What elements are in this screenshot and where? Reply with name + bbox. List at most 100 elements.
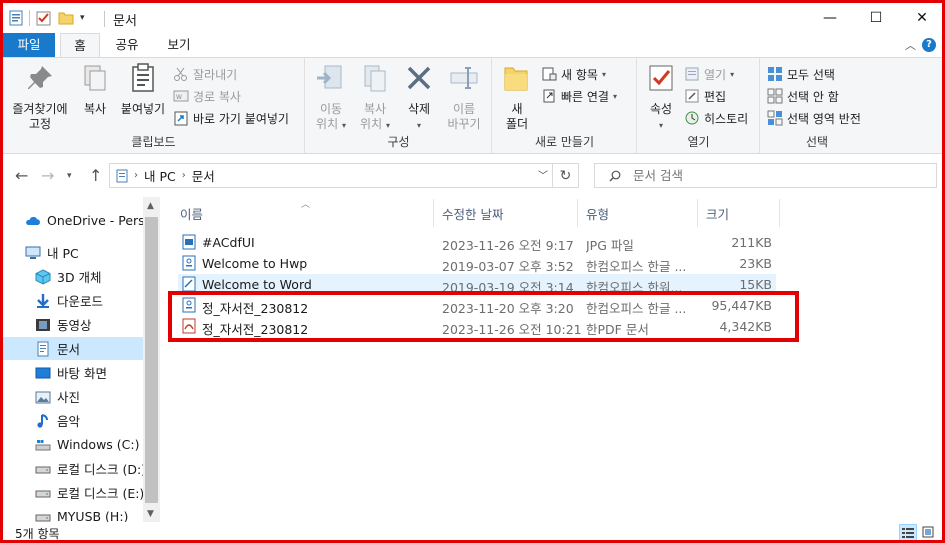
nav-item-pictures[interactable]: 사진 — [3, 385, 143, 408]
nav-item-desktop[interactable]: 바탕 화면 — [3, 361, 143, 384]
video-icon — [36, 318, 50, 331]
nav-item-drive-c[interactable]: Windows (C:) — [3, 433, 143, 456]
scroll-up-arrow-icon[interactable]: ▲ — [147, 201, 154, 211]
rename-icon — [450, 67, 478, 89]
tab-home[interactable]: 홈 — [60, 33, 100, 58]
group-organize: 이동 위치 ▾ 복사 위치 ▾ 삭제 ▾ 이름 바꾸기 구성 — [306, 58, 492, 154]
invert-selection-button[interactable]: 선택 영역 반전 — [767, 108, 861, 128]
scissors-icon — [174, 67, 187, 81]
download-icon — [37, 293, 49, 308]
file-type: 한컴오피스 한글 ... — [586, 259, 687, 274]
properties-icon[interactable] — [9, 10, 23, 26]
file-size: 23KB — [739, 256, 772, 271]
group-open: 속성 ▾ 열기 ▾ 편집 히스토리 열기 — [638, 58, 760, 154]
nav-item-usb-h[interactable]: MYUSB (H:) — [3, 505, 143, 522]
copy-button[interactable]: 복사 — [75, 62, 115, 117]
close-button[interactable]: ✕ — [899, 3, 942, 33]
nav-item-drive-e[interactable]: 로컬 디스크 (E:) — [3, 481, 143, 504]
breadcrumb-separator-icon[interactable]: › — [182, 170, 186, 181]
select-all-button[interactable]: 모두 선택 — [767, 64, 835, 84]
properties-check-icon — [649, 65, 673, 91]
documents-icon — [37, 341, 49, 356]
scroll-down-arrow-icon[interactable]: ▼ — [147, 509, 154, 519]
rename-button[interactable]: 이름 바꾸기 — [440, 62, 488, 132]
new-folder-icon[interactable] — [58, 10, 74, 26]
nav-pane-scroll-thumb[interactable] — [145, 217, 158, 503]
new-folder-button[interactable]: 새 폴더 — [497, 62, 537, 132]
column-header-name[interactable]: 이름 — [172, 199, 434, 227]
pin-quick-access-button[interactable]: 즐겨찾기에 고정 — [7, 62, 73, 132]
file-name: #ACdfUI — [202, 235, 255, 250]
open-button[interactable]: 열기 ▾ — [684, 64, 734, 84]
help-icon[interactable]: ? — [922, 38, 936, 52]
drive-icon — [35, 466, 51, 473]
paste-shortcut-icon — [174, 111, 188, 126]
ribbon-collapse-icon[interactable]: ︿ — [905, 37, 916, 53]
select-none-button[interactable]: 선택 안 함 — [767, 86, 839, 106]
easy-access-icon — [543, 89, 555, 103]
file-row[interactable]: #ACdfUI 2023-11-26 오전 9:17 JPG 파일 211KB — [178, 232, 776, 253]
history-button[interactable]: 히스토리 — [684, 108, 748, 128]
copy-to-icon — [364, 65, 386, 92]
easy-access-button[interactable]: 빠른 연결 ▾ — [541, 86, 617, 106]
address-bar[interactable]: › 내 PC › 문서 ﹀ ↻ — [109, 163, 579, 188]
delete-button[interactable]: 삭제 ▾ — [400, 62, 438, 133]
nav-item-3d-objects[interactable]: 3D 개체 — [3, 265, 143, 288]
move-to-button[interactable]: 이동 위치 ▾ — [310, 62, 352, 133]
nav-item-drive-d[interactable]: 로컬 디스크 (D:) — [3, 457, 143, 480]
recent-locations-icon[interactable]: ▾ — [67, 171, 72, 181]
nav-item-onedrive[interactable]: OneDrive - Person — [3, 209, 143, 232]
copy-path-icon: W — [173, 90, 189, 102]
nav-item-videos[interactable]: 동영상 — [3, 313, 143, 336]
details-view-button[interactable] — [899, 524, 917, 540]
minimize-button[interactable]: — — [807, 3, 853, 33]
edit-button[interactable]: 편집 — [684, 86, 726, 106]
nav-item-documents[interactable]: 문서 — [3, 337, 143, 360]
nav-item-downloads[interactable]: 다운로드 — [3, 289, 143, 312]
search-input[interactable] — [633, 168, 913, 183]
image-file-icon — [182, 234, 196, 250]
delete-x-icon — [407, 66, 431, 90]
select-all-icon — [768, 67, 782, 81]
nav-pane-scrollbar[interactable]: ▲ ▼ — [143, 197, 160, 522]
column-header-date[interactable]: 수정한 날짜 — [434, 199, 578, 227]
paste-button[interactable]: 붙여넣기 — [117, 62, 169, 117]
tab-file[interactable]: 파일 — [3, 33, 55, 58]
copy-to-button[interactable]: 복사 위치 ▾ — [354, 62, 396, 133]
file-row[interactable]: Welcome to Hwp 2019-03-07 오후 3:52 한컴오피스 … — [178, 253, 776, 274]
breadcrumb-separator-icon[interactable]: › — [134, 170, 138, 181]
refresh-icon[interactable]: ↻ — [552, 164, 578, 187]
file-date: 2019-03-07 오후 3:52 — [442, 259, 574, 274]
qat-customize-icon[interactable]: ▾ — [80, 13, 85, 23]
details-view-icon — [902, 528, 914, 538]
folder-icon — [504, 67, 528, 91]
column-header-size[interactable]: 크기 — [698, 199, 780, 227]
tab-view[interactable]: 보기 — [158, 33, 200, 58]
search-box[interactable] — [594, 163, 937, 188]
maximize-button[interactable]: ☐ — [853, 3, 899, 33]
cube-icon — [35, 268, 51, 285]
forward-arrow-icon[interactable]: → — [41, 166, 54, 185]
nav-item-music[interactable]: 음악 — [3, 409, 143, 432]
breadcrumb-documents[interactable]: 문서 — [192, 166, 215, 185]
checklist-icon[interactable] — [36, 10, 52, 26]
breadcrumb-this-pc[interactable]: 내 PC — [144, 166, 176, 185]
properties-button[interactable]: 속성 ▾ — [642, 62, 680, 133]
window-title: 문서 — [113, 14, 137, 29]
paste-shortcut-button[interactable]: 바로 가기 붙여넣기 — [173, 108, 289, 128]
group-clipboard: 즐겨찾기에 고정 복사 붙여넣기 잘라내기 W 경로 복사 바로 가기 붙여넣기… — [3, 58, 305, 154]
new-item-button[interactable]: 새 항목 ▾ — [541, 64, 606, 84]
back-arrow-icon[interactable]: ← — [15, 166, 28, 185]
ribbon-tabs: 파일 홈 공유 보기 ︿ ? — [3, 33, 942, 58]
column-header-type[interactable]: 유형 — [578, 199, 698, 227]
tab-share[interactable]: 공유 — [109, 33, 145, 58]
large-icons-view-button[interactable] — [919, 524, 937, 540]
navigation-bar: ← → ▾ ↑ › 내 PC › 문서 ﹀ ↻ — [3, 154, 942, 197]
copy-path-button[interactable]: W 경로 복사 — [173, 86, 241, 106]
up-arrow-icon[interactable]: ↑ — [89, 166, 102, 185]
nav-item-this-pc[interactable]: 내 PC — [3, 241, 143, 264]
pictures-icon — [35, 391, 51, 403]
cut-button[interactable]: 잘라내기 — [173, 64, 237, 84]
address-dropdown-icon[interactable]: ﹀ — [538, 167, 548, 182]
usb-drive-icon — [35, 514, 51, 521]
